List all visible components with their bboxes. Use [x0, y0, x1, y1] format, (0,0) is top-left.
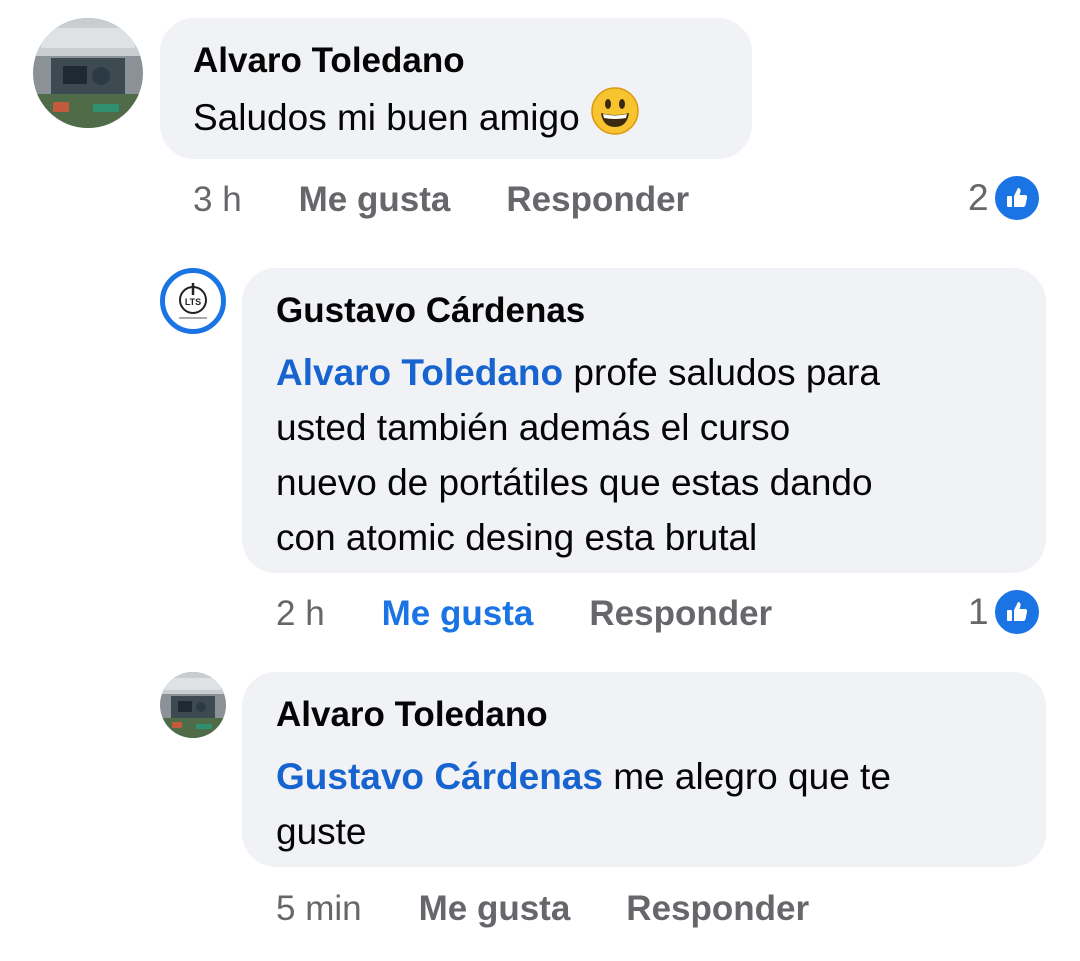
- avatar-logo-text: LTS: [185, 297, 201, 307]
- comment-author[interactable]: Alvaro Toledano: [276, 694, 1046, 736]
- reply-button[interactable]: Responder: [506, 180, 689, 220]
- comment-line: Alvaro Toledano profe saludos para: [276, 345, 1046, 400]
- avatar-photo: [160, 672, 226, 738]
- reaction-count: 1: [968, 591, 989, 632]
- comment-timestamp[interactable]: 5 min: [276, 889, 362, 929]
- comment-timestamp[interactable]: 3 h: [193, 180, 242, 220]
- comment-line: usted también además el curso: [276, 407, 791, 448]
- comment-line: guste: [276, 811, 367, 852]
- comment-bubble: Gustavo Cárdenas Alvaro Toledano profe s…: [242, 268, 1046, 573]
- like-button[interactable]: Me gusta: [299, 180, 451, 220]
- mention-link[interactable]: Gustavo Cárdenas: [276, 756, 603, 797]
- comment-line: nuevo de portátiles que estas dando: [276, 462, 873, 503]
- thumbs-up-icon: [992, 588, 1041, 636]
- comment-line: con atomic desing esta brutal: [276, 517, 758, 558]
- comment-bubble: Alvaro Toledano Saludos mi buen amigo: [160, 18, 752, 159]
- comment-bubble: Alvaro Toledano Gustavo Cárdenas me aleg…: [242, 672, 1046, 867]
- reply-button[interactable]: Responder: [626, 889, 809, 929]
- comment-line: Gustavo Cárdenas me alegro que te: [276, 749, 1046, 804]
- reaction-summary[interactable]: 2: [968, 173, 1041, 223]
- comment-actions: 2 h Me gusta Responder: [276, 592, 772, 636]
- comment-text: Alvaro Toledano profe saludos para usted…: [276, 345, 1046, 565]
- lts-logo-icon: LTS: [167, 275, 219, 327]
- grinning-face-icon: [591, 87, 639, 135]
- comment-text-content: Saludos mi buen amigo: [193, 97, 580, 138]
- comment-text: Gustavo Cárdenas me alegro que te guste: [276, 749, 1046, 859]
- commenter-avatar[interactable]: LTS: [160, 268, 226, 334]
- comment-line-text: profe saludos para: [563, 352, 880, 393]
- reaction-summary[interactable]: 1: [968, 587, 1041, 637]
- comment-text: Saludos mi buen amigo: [193, 86, 752, 145]
- commenter-avatar[interactable]: [33, 18, 143, 128]
- comment-timestamp[interactable]: 2 h: [276, 594, 325, 634]
- comment-author[interactable]: Alvaro Toledano: [193, 40, 752, 82]
- thumbs-up-icon: [992, 174, 1041, 222]
- comment-line-text: me alegro que te: [602, 756, 891, 797]
- mention-link[interactable]: Alvaro Toledano: [276, 352, 563, 393]
- like-button[interactable]: Me gusta: [419, 889, 571, 929]
- reaction-count: 2: [968, 177, 989, 218]
- like-button[interactable]: Me gusta: [382, 594, 534, 634]
- commenter-avatar[interactable]: [160, 672, 226, 738]
- reply-button[interactable]: Responder: [589, 594, 772, 634]
- comment-actions: 5 min Me gusta Responder: [276, 887, 809, 931]
- comment-author[interactable]: Gustavo Cárdenas: [276, 290, 1046, 332]
- avatar-photo: [33, 18, 143, 128]
- comment-actions: 3 h Me gusta Responder: [193, 178, 689, 222]
